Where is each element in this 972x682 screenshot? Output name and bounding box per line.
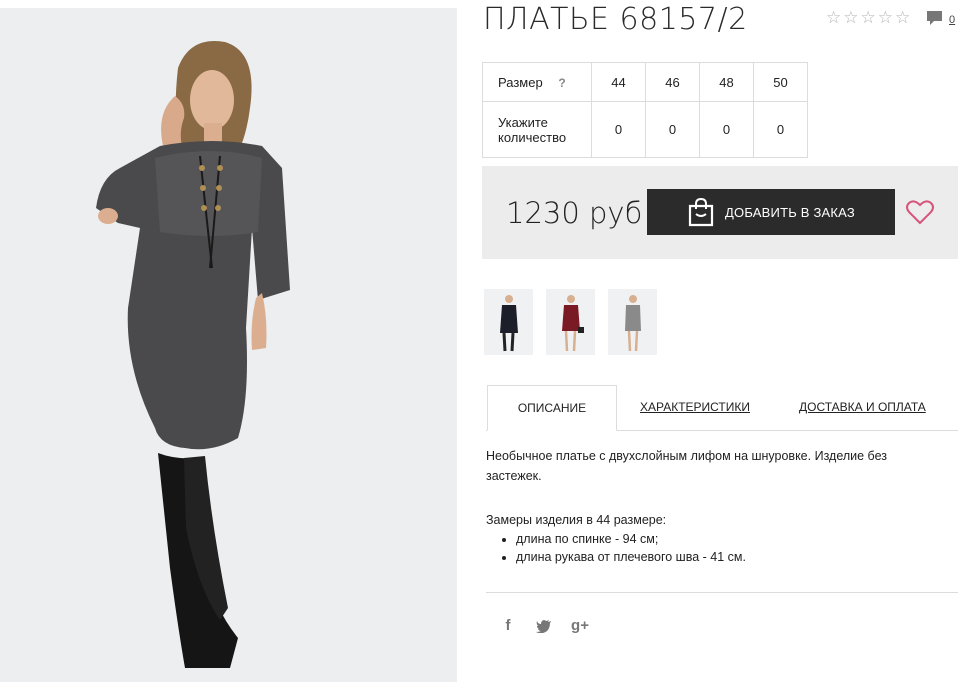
thumbnail-black[interactable] (484, 289, 533, 355)
googleplus-icon[interactable]: g+ (570, 617, 590, 634)
tab-characteristics[interactable]: ХАРАКТЕРИСТИКИ (640, 385, 750, 429)
quantity-label-line2: количество (498, 129, 567, 145)
facebook-icon[interactable]: f (498, 617, 518, 634)
list-item: длина рукава от плечевого шва - 41 см. (516, 548, 746, 566)
thumb-black-image (500, 295, 518, 352)
tab-delivery[interactable]: ДОСТАВКА И ОПЛАТА (799, 385, 926, 429)
size-46: 46 (645, 62, 700, 102)
size-help-icon[interactable]: ? (558, 76, 565, 90)
star-icon[interactable]: ☆ (826, 9, 841, 27)
rating-stars[interactable]: ☆ ☆ ☆ ☆ ☆ (826, 9, 910, 27)
shopping-bag-icon (688, 197, 714, 227)
wishlist-heart-icon[interactable] (906, 199, 934, 225)
quantity-input-46[interactable]: 0 (645, 101, 700, 158)
model-illustration (0, 8, 457, 682)
product-description: Необычное платье с двухслойным лифом на … (486, 446, 926, 486)
quantity-input-48[interactable]: 0 (699, 101, 754, 158)
thumb-burgundy-image (562, 295, 584, 352)
product-main-photo[interactable] (0, 8, 457, 682)
measurements-title: Замеры изделия в 44 размере: (486, 513, 667, 527)
star-icon[interactable]: ☆ (861, 9, 876, 27)
buy-box: 1230 руб ДОБАВИТЬ В ЗАКАЗ (482, 166, 958, 259)
comment-icon (927, 11, 942, 25)
measurements-list: длина по спинке - 94 см; длина рукава от… (486, 530, 746, 566)
comments-count[interactable]: 0 (949, 14, 955, 26)
thumbnail-burgundy[interactable] (546, 289, 595, 355)
description-text: Необычное платье с двухслойным лифом на … (486, 449, 887, 483)
add-to-order-label: ДОБАВИТЬ В ЗАКАЗ (725, 204, 855, 220)
size-label-cell: Размер ? (482, 62, 592, 102)
star-icon[interactable]: ☆ (878, 9, 893, 27)
size-48: 48 (699, 62, 754, 102)
thumb-gray-image (625, 295, 641, 352)
star-icon[interactable]: ☆ (895, 9, 910, 27)
quantity-input-50[interactable]: 0 (753, 101, 808, 158)
size-label: Размер (498, 74, 543, 90)
tab-description[interactable]: ОПИСАНИЕ (487, 385, 617, 431)
thumbnail-gray[interactable] (608, 289, 657, 355)
divider (486, 592, 958, 593)
size-quantity-table: Размер ? 44 46 48 50 Укажите количество … (482, 62, 808, 158)
twitter-icon[interactable] (536, 619, 552, 633)
add-to-order-button[interactable]: ДОБАВИТЬ В ЗАКАЗ (647, 189, 895, 235)
size-50: 50 (753, 62, 808, 102)
star-icon[interactable]: ☆ (843, 9, 858, 27)
product-tabs: ОПИСАНИЕ ХАРАКТЕРИСТИКИ ДОСТАВКА И ОПЛАТ… (486, 385, 958, 431)
size-44: 44 (591, 62, 646, 102)
quantity-input-44[interactable]: 0 (591, 101, 646, 158)
measurements: Замеры изделия в 44 размере: длина по сп… (486, 511, 746, 566)
quantity-label: Укажите количество (482, 101, 592, 158)
social-share: f g+ (498, 617, 590, 634)
comments-link[interactable]: 0 (926, 10, 955, 27)
product-title: ПЛАТЬЕ 68157/2 (483, 2, 748, 37)
quantity-label-line1: Укажите (498, 114, 548, 130)
list-item: длина по спинке - 94 см; (516, 530, 746, 548)
product-price: 1230 руб (506, 196, 643, 230)
color-thumbnails (484, 289, 657, 355)
